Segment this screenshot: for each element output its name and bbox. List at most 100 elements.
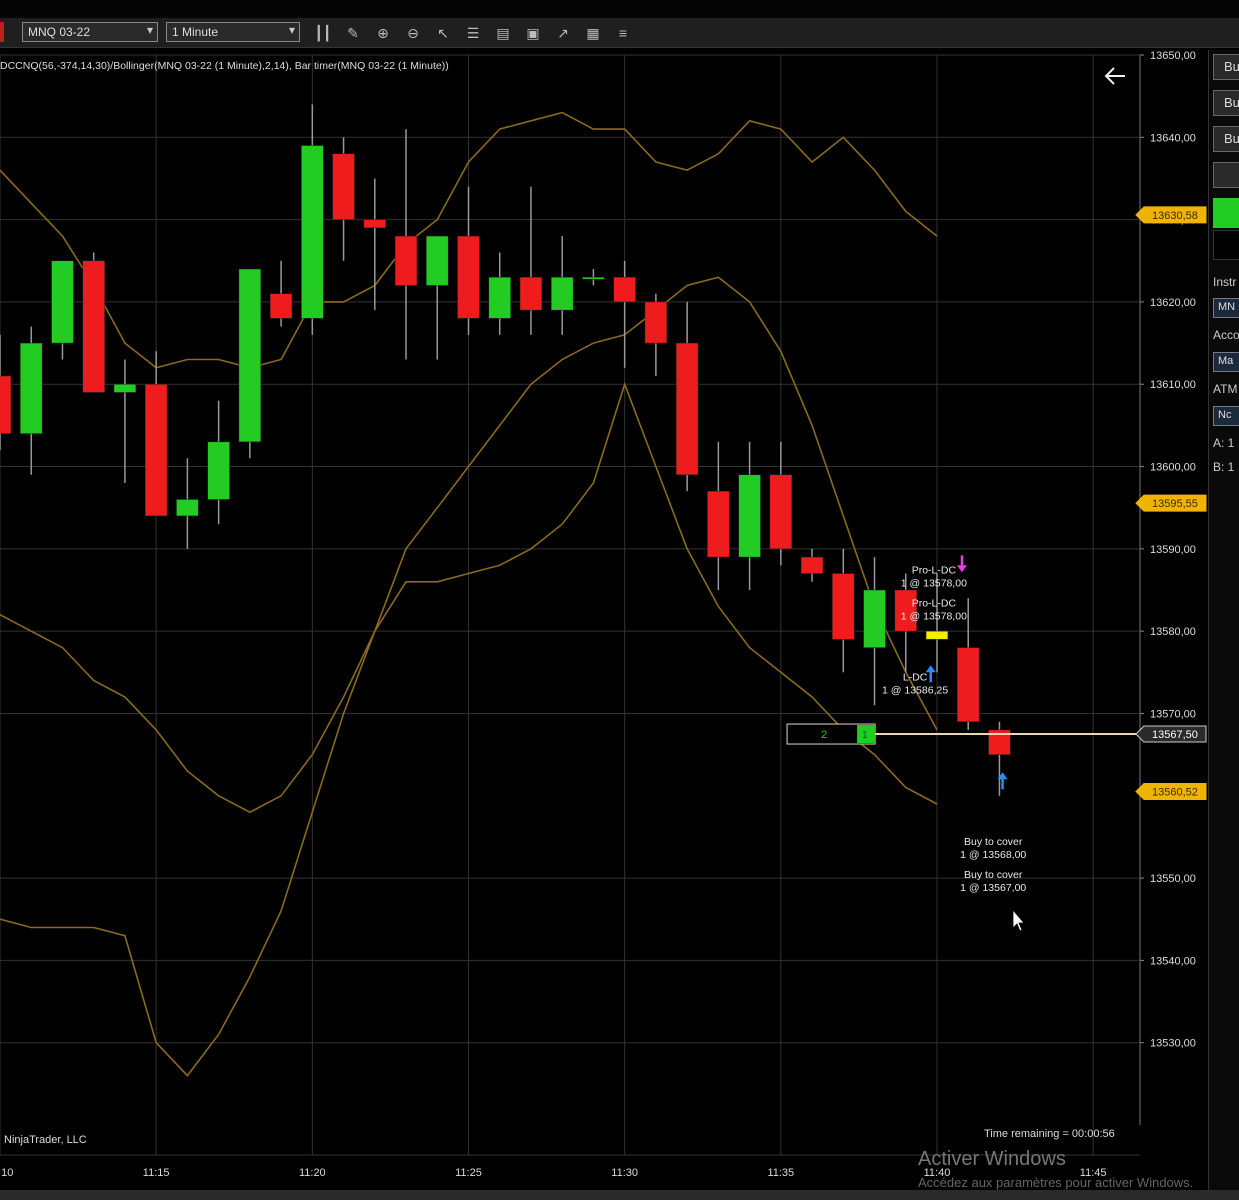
candle-body (769, 474, 793, 550)
trade-annotation-line: Pro-L-DC (912, 565, 957, 577)
candle-body (82, 260, 105, 393)
zoom-out-icon[interactable]: ⊖ (402, 23, 424, 43)
sell-indicator (1213, 230, 1239, 260)
trade-annotation-line: Pro-L-DC (912, 597, 957, 609)
trade-annotation-line: Buy to cover (964, 869, 1023, 881)
price-marker: 13567,50 (1135, 725, 1207, 743)
candle-body (613, 276, 636, 303)
price-tick-label: 13550,00 (1150, 873, 1196, 885)
copyright-label: NinjaTrader, LLC (4, 1134, 87, 1146)
candle-body (519, 276, 543, 311)
price-tick-label: 13580,00 (1150, 626, 1196, 638)
candle-body (957, 647, 980, 722)
trade-annotation-line: 1 @ 13586,25 (882, 685, 948, 697)
chart-trader-field[interactable]: Nc (1213, 406, 1239, 426)
chevron-down-icon: ▾ (146, 23, 153, 37)
candle-body (551, 276, 574, 311)
snapshot-icon[interactable]: ▣ (522, 23, 544, 43)
candle-body (301, 145, 324, 319)
candle-body (0, 375, 12, 434)
price-marker-label: 13567,50 (1152, 729, 1198, 741)
bar-type-icon[interactable]: ┃┃ (312, 23, 334, 43)
strategies-icon[interactable]: ↗ (552, 23, 574, 43)
candle (82, 252, 105, 393)
templates-icon[interactable]: ▦ (582, 23, 604, 43)
interval-select[interactable]: 1 Minute ▾ (166, 22, 300, 42)
candle-body (51, 260, 74, 344)
price-tick-label: 13640,00 (1150, 132, 1196, 144)
candle-body (176, 499, 199, 517)
candle-body (332, 153, 355, 220)
price-tick-label: 13570,00 (1150, 708, 1196, 720)
windows-watermark-title: Activer Windows (918, 1148, 1066, 1170)
candle-body (738, 474, 761, 558)
time-tick-label: 11:25 (455, 1167, 482, 1179)
position-box: 21 (786, 723, 876, 745)
candle (238, 268, 262, 459)
candle-body (394, 235, 418, 286)
zoom-in-icon[interactable]: ⊕ (372, 23, 394, 43)
trade-annotation-line: L-DC (903, 672, 928, 684)
candle-body (269, 293, 293, 319)
toolbar-edge (0, 22, 4, 42)
window-titlebar (0, 0, 1239, 18)
chart-trader-field[interactable]: Ma (1213, 352, 1239, 372)
price-tick-label: 13590,00 (1150, 544, 1196, 556)
trade-annotation-line: 1 @ 13578,00 (901, 578, 967, 590)
chart-trader-label: Acco (1213, 328, 1239, 342)
chart-background (0, 50, 1210, 1190)
position-qty-label: 2 (821, 729, 827, 741)
time-tick-label: 11:30 (611, 1167, 638, 1179)
horizontal-scrollbar[interactable] (0, 1190, 1239, 1200)
time-tick-label: 11:10 (0, 1167, 13, 1179)
price-tick-label: 13610,00 (1150, 379, 1196, 391)
time-tick-label: 11:15 (143, 1167, 170, 1179)
position-side-label: 1 (862, 730, 868, 741)
price-marker-label: 13560,52 (1152, 786, 1198, 798)
instrument-select[interactable]: MNQ 03-22 ▾ (22, 22, 158, 42)
trade-annotation-line: Buy to cover (964, 836, 1023, 848)
price-tick-label: 13540,00 (1150, 955, 1196, 967)
price-marker: 13560,52 (1135, 782, 1207, 800)
list-icon[interactable]: ≡ (612, 23, 634, 43)
trade-annotation: Buy to cover1 @ 13568,00 (960, 836, 1026, 861)
candle-body (20, 342, 43, 434)
price-chart[interactable]: 2 1Pro-L-DC1 @ 13578,00Pro-L-DC1 @ 13578,… (0, 50, 1210, 1190)
chevron-down-icon: ▾ (288, 23, 295, 37)
buy-indicator (1213, 198, 1239, 228)
chart-trader-label: B: 1 (1213, 460, 1235, 474)
pointer-icon[interactable]: ↖ (432, 23, 454, 43)
candle-body (863, 589, 886, 648)
candle-body (832, 573, 855, 640)
data-box-icon[interactable]: ▤ (492, 23, 514, 43)
buy-button[interactable]: Bu (1213, 126, 1239, 152)
candle-body (363, 219, 386, 229)
buy-button[interactable]: Bu (1213, 90, 1239, 116)
time-remaining-label: Time remaining = 00:00:56 (984, 1128, 1115, 1140)
trade-annotation-line: 1 @ 13568,00 (960, 849, 1026, 861)
pencil-icon[interactable]: ✎ (342, 23, 364, 43)
candle-body (675, 342, 699, 476)
chart-trader-label: A: 1 (1213, 436, 1235, 450)
candle-body (582, 276, 605, 280)
candle-body (644, 301, 668, 344)
candle-body (207, 441, 230, 500)
price-tick-label: 13620,00 (1150, 297, 1196, 309)
properties-icon[interactable]: ☰ (462, 23, 484, 43)
price-marker: 13595,55 (1135, 494, 1207, 512)
windows-watermark-subtitle: Accédez aux paramètres pour activer Wind… (918, 1175, 1193, 1190)
candle-body (925, 630, 949, 640)
candle-body (426, 235, 449, 286)
candle-body (113, 383, 137, 393)
chart-trader-label: ATM (1213, 382, 1238, 396)
chart-trader-field[interactable]: MN (1213, 298, 1239, 318)
candle-body (238, 268, 262, 443)
price-marker-label: 13630,58 (1152, 210, 1198, 222)
chart-trader-label: Instr (1213, 275, 1237, 289)
trade-annotation: Buy to cover1 @ 13567,00 (960, 869, 1026, 894)
order-button[interactable] (1213, 162, 1239, 188)
buy-button[interactable]: Bu (1213, 54, 1239, 80)
price-marker: 13630,58 (1135, 206, 1207, 224)
price-tick-label: 13650,00 (1150, 50, 1196, 62)
time-tick-label: 11:35 (767, 1167, 794, 1179)
